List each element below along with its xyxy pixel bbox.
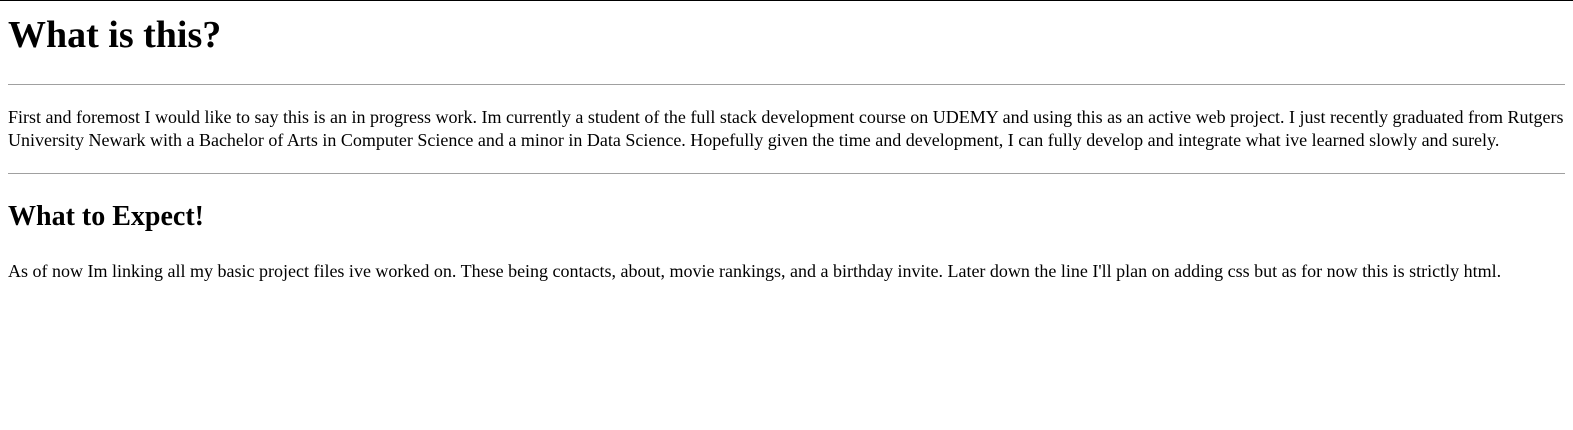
- divider-top: [8, 84, 1565, 85]
- intro-paragraph: First and foremost I would like to say t…: [8, 107, 1564, 150]
- divider-middle: [8, 173, 1565, 174]
- page-content: What is this? First and foremost I would…: [0, 11, 1573, 283]
- section-heading: What to Expect!: [8, 201, 204, 232]
- section-paragraph: As of now Im linking all my basic projec…: [8, 261, 1502, 281]
- page-title: What is this?: [8, 14, 222, 56]
